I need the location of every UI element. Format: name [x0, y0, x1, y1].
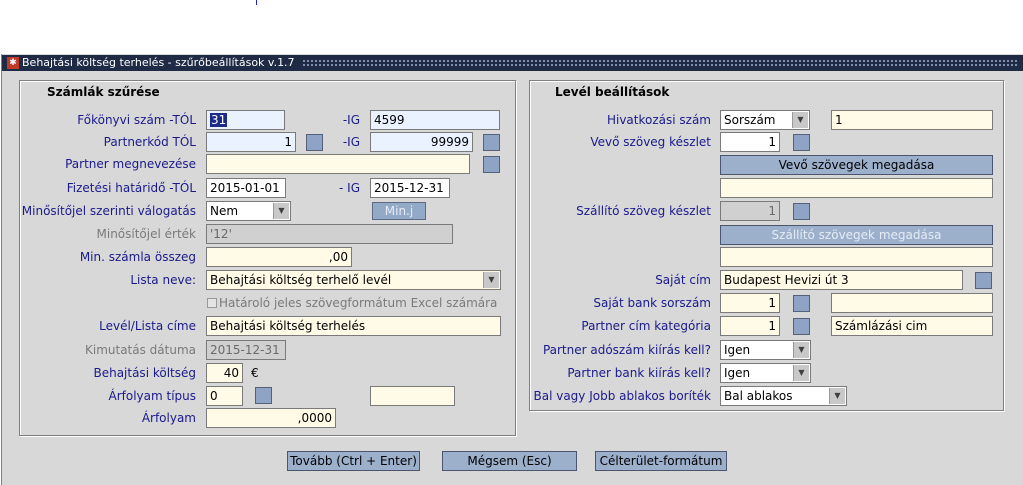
arfolyam-tipus-label: Árfolyam típus — [108, 389, 196, 403]
title-bar-pattern — [302, 59, 1017, 67]
min-szamla-field[interactable]: ,00 — [206, 247, 352, 267]
arfolyam-tipus-field[interactable]: 0 — [206, 386, 243, 406]
szallito-szovegek-button[interactable]: Szállító szövegek megadása — [720, 225, 993, 245]
chevron-down-icon[interactable]: ▼ — [483, 272, 499, 288]
fizetesi-tol-field[interactable]: 2015-01-01 — [206, 178, 286, 198]
vevo-keszlet-lookup-button[interactable] — [793, 134, 810, 151]
currency-symbol: € — [251, 366, 259, 380]
lista-neve-select[interactable]: Behajtási költség terhelő levél ▼ — [206, 270, 501, 290]
hivatkozasi-select[interactable]: Sorszám ▼ — [720, 110, 810, 130]
hivatkozasi-number-field[interactable]: 1 — [831, 110, 993, 130]
level-cime-field[interactable]: Behajtási költség terhelés — [206, 316, 501, 336]
min-szamla-label: Min. számla összeg — [79, 250, 196, 264]
partner-cim-field[interactable]: 1 — [720, 316, 780, 336]
bank-kiiras-label: Partner bank kiírás kell? — [567, 366, 711, 380]
hivatkozasi-label: Hivatkozási szám — [606, 113, 711, 127]
sajat-cim-field[interactable]: Budapest Hevizi út 3 — [720, 270, 963, 290]
minosito-ertek-field: '12' — [206, 224, 453, 244]
minosito-ertek-label: Minősítőjel érték — [96, 227, 197, 241]
vevo-keszlet-field[interactable]: 1 — [720, 132, 780, 152]
partnerkod-tol-label: Partnerkód TÓL — [103, 135, 196, 149]
fokonyvi-tol-field[interactable]: 31 — [206, 110, 285, 130]
partner-cim-label: Partner cím kategória — [581, 319, 711, 333]
vevo-szovegek-button[interactable]: Vevő szövegek megadása — [720, 155, 993, 175]
szallito-keszlet-field: 1 — [720, 201, 780, 221]
sajat-bank-label: Saját bank sorszám — [593, 296, 711, 310]
title-bar: ✱ Behajtási költség terhelés - szűrőbeál… — [2, 55, 1023, 71]
arfolyam-label: Árfolyam — [141, 411, 196, 425]
sajat-cim-lookup-button[interactable] — [975, 272, 992, 289]
partnerkod-ig-label: -IG — [342, 135, 360, 149]
szallito-keszlet-label: Szállító szöveg készlet — [576, 204, 711, 218]
ablakos-select[interactable]: Bal ablakos ▼ — [720, 386, 847, 406]
partner-nev-label: Partner megnevezése — [65, 157, 196, 171]
ablakos-label: Bal vagy Jobb ablakos boríték — [533, 389, 711, 403]
sajat-bank-lookup-button[interactable] — [793, 295, 810, 312]
chevron-down-icon[interactable]: ▼ — [793, 365, 809, 381]
sajat-cim-label: Saját cím — [655, 273, 711, 287]
chevron-down-icon[interactable]: ▼ — [273, 203, 289, 219]
celterulet-button[interactable]: Célterület-formátum — [595, 451, 727, 471]
partnerkod-ig-lookup-button[interactable] — [483, 134, 500, 151]
vevo-keszlet-label: Vevő szöveg készlet — [590, 135, 711, 149]
partner-cim-lookup-button[interactable] — [793, 318, 810, 335]
adoszam-select[interactable]: Igen ▼ — [720, 340, 811, 360]
window-title: Behajtási költség terhelés - szűrőbeállí… — [22, 56, 295, 69]
kimutatas-label: Kimutatás dátuma — [84, 343, 196, 357]
fokonyvi-ig-field[interactable]: 4599 — [370, 110, 500, 130]
partner-nev-lookup-button[interactable] — [483, 156, 500, 173]
partnerkod-tol-field[interactable]: 1 — [206, 132, 296, 152]
fizetesi-ig-label: - IG — [339, 181, 360, 195]
fizetesi-tol-label: Fizetési határidő -TÓL — [66, 181, 196, 195]
behajtasi-field[interactable]: 40 — [206, 363, 243, 383]
arfolyam-field[interactable]: ,0000 — [206, 408, 336, 428]
level-cime-label: Levél/Lista címe — [99, 319, 196, 333]
tovabb-button[interactable]: Tovább (Ctrl + Enter) — [287, 451, 420, 471]
sajat-bank-field[interactable]: 1 — [720, 293, 780, 313]
megsem-button[interactable]: Mégsem (Esc) — [442, 451, 577, 471]
fokonyvi-tol-label: Főkönyvi szám -TÓL — [77, 113, 196, 127]
partner-nev-field[interactable] — [206, 154, 470, 174]
fokonyvi-ig-label: -IG — [342, 113, 360, 127]
kimutatas-field: 2015-12-31 — [206, 340, 286, 360]
bank-kiiras-select[interactable]: Igen ▼ — [720, 363, 811, 383]
szallito-keszlet-lookup-button[interactable] — [793, 203, 810, 220]
partnerkod-ig-field[interactable]: 99999 — [370, 132, 473, 152]
app-icon: ✱ — [7, 57, 19, 69]
partner-cim-description-field: Számlázási cim — [831, 316, 993, 336]
vevo-szoveg-field[interactable] — [720, 178, 993, 198]
arfolyam-tipus-lookup-button[interactable] — [255, 387, 272, 404]
arfolyam-tipus-description-field — [370, 386, 455, 406]
chevron-down-icon[interactable]: ▼ — [792, 112, 808, 128]
hatarolo-checkbox-label: Határoló jeles szövegformátum Excel szám… — [219, 296, 498, 310]
fizetesi-ig-field[interactable]: 2015-12-31 — [370, 178, 450, 198]
top-tick-mark — [256, 0, 257, 5]
sajat-bank-description-field — [831, 293, 993, 313]
minj-button[interactable]: Min.j — [372, 202, 426, 220]
left-group-title: Számlák szűrése — [47, 85, 160, 99]
szallito-szoveg-field[interactable] — [720, 247, 993, 267]
behajtasi-label: Behajtási költség — [93, 366, 196, 380]
minosito-label: Minősítőjel szerinti válogatás — [21, 204, 196, 218]
hatarolo-checkbox[interactable] — [207, 298, 217, 308]
chevron-down-icon[interactable]: ▼ — [829, 388, 845, 404]
chevron-down-icon[interactable]: ▼ — [793, 342, 809, 358]
partnerkod-tol-lookup-button[interactable] — [306, 134, 323, 151]
right-group-title: Levél beállítások — [555, 85, 670, 99]
minosito-select[interactable]: Nem ▼ — [206, 201, 291, 221]
adoszam-label: Partner adószám kiírás kell? — [542, 343, 711, 357]
lista-neve-label: Lista neve: — [130, 273, 196, 287]
